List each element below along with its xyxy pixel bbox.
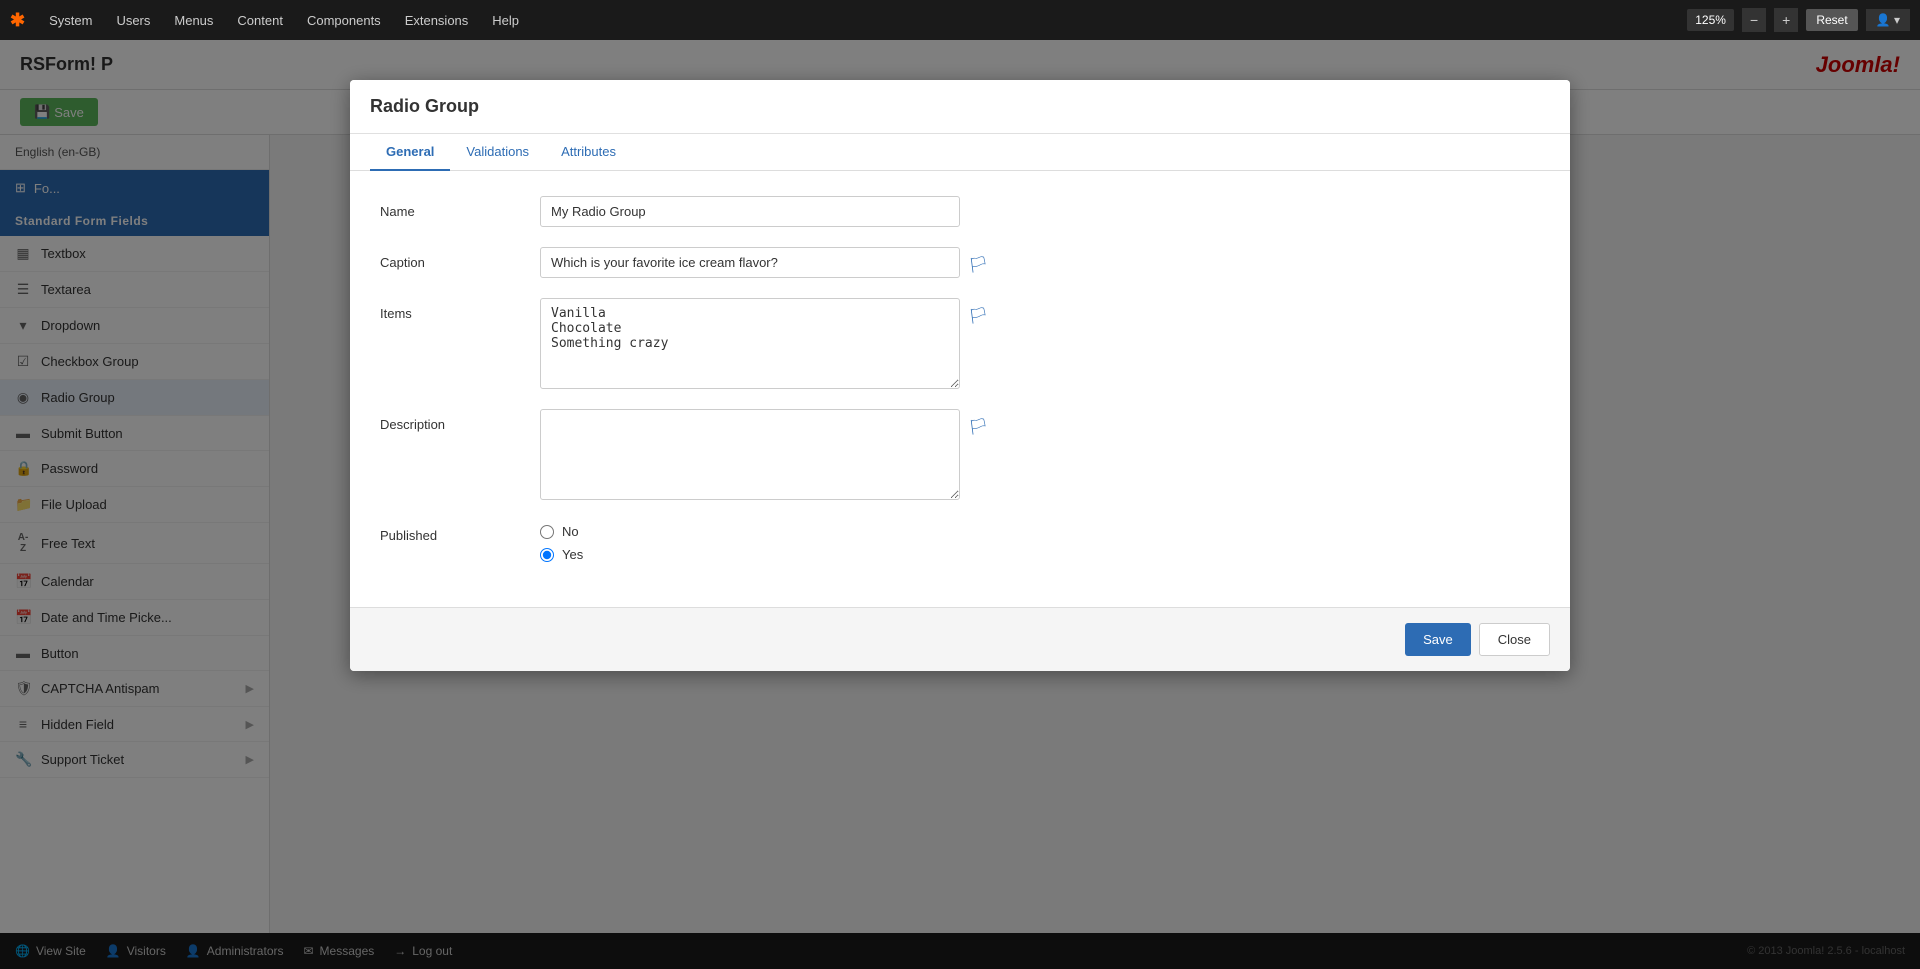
published-field: No Yes <box>540 520 1540 562</box>
tab-general[interactable]: General <box>370 134 450 171</box>
description-flag-icon[interactable]: 🏳 <box>968 409 988 437</box>
published-no-option[interactable]: No <box>540 524 583 539</box>
modal-dialog: Radio Group General Validations Attribut… <box>350 80 1570 671</box>
caption-field: 🏳 <box>540 247 1540 278</box>
reset-button[interactable]: Reset <box>1806 9 1857 31</box>
tab-validations[interactable]: Validations <box>450 134 545 171</box>
caption-label: Caption <box>380 247 540 270</box>
name-field <box>540 196 1540 227</box>
modal-tabs: General Validations Attributes <box>350 134 1570 171</box>
zoom-in-button[interactable]: + <box>1774 8 1798 32</box>
nav-users[interactable]: Users <box>106 7 160 34</box>
nav-menus[interactable]: Menus <box>164 7 223 34</box>
modal-header: Radio Group <box>350 80 1570 134</box>
published-row: Published No Yes <box>380 520 1540 562</box>
name-input[interactable] <box>540 196 960 227</box>
nav-right-area: 125% − + Reset 👤 ▾ <box>1687 8 1910 32</box>
items-field: Vanilla Chocolate Something crazy 🏳 <box>540 298 1540 389</box>
modal-title: Radio Group <box>370 96 479 117</box>
modal-save-button[interactable]: Save <box>1405 623 1471 656</box>
published-yes-radio[interactable] <box>540 548 554 562</box>
published-no-radio[interactable] <box>540 525 554 539</box>
published-label: Published <box>380 520 540 543</box>
description-field: 🏳 <box>540 409 1540 500</box>
tab-attributes[interactable]: Attributes <box>545 134 632 171</box>
nav-components[interactable]: Components <box>297 7 391 34</box>
description-textarea[interactable] <box>540 409 960 500</box>
items-textarea[interactable]: Vanilla Chocolate Something crazy <box>540 298 960 389</box>
modal-backdrop: Radio Group General Validations Attribut… <box>0 40 1920 969</box>
items-row: Items Vanilla Chocolate Something crazy … <box>380 298 1540 389</box>
caption-input[interactable] <box>540 247 960 278</box>
joomla-logo-icon: ✱ <box>10 10 25 31</box>
zoom-out-button[interactable]: − <box>1742 8 1766 32</box>
description-row: Description 🏳 <box>380 409 1540 500</box>
zoom-level: 125% <box>1687 9 1734 31</box>
nav-system[interactable]: System <box>39 7 102 34</box>
nav-help[interactable]: Help <box>482 7 529 34</box>
nav-extensions[interactable]: Extensions <box>395 7 479 34</box>
description-label: Description <box>380 409 540 432</box>
caption-row: Caption 🏳 <box>380 247 1540 278</box>
items-flag-icon[interactable]: 🏳 <box>968 298 988 326</box>
modal-close-button[interactable]: Close <box>1479 623 1550 656</box>
caption-flag-icon[interactable]: 🏳 <box>968 247 988 275</box>
published-no-label: No <box>562 524 579 539</box>
items-label: Items <box>380 298 540 321</box>
modal-body: Name Caption 🏳 Items Vanilla Chocolate S… <box>350 171 1570 607</box>
modal-footer: Save Close <box>350 607 1570 671</box>
top-navigation: ✱ System Users Menus Content Components … <box>0 0 1920 40</box>
name-label: Name <box>380 196 540 219</box>
published-yes-label: Yes <box>562 547 583 562</box>
name-row: Name <box>380 196 1540 227</box>
published-yes-option[interactable]: Yes <box>540 547 583 562</box>
published-radio-group: No Yes <box>540 520 583 562</box>
user-menu-button[interactable]: 👤 ▾ <box>1866 9 1910 31</box>
nav-content[interactable]: Content <box>227 7 293 34</box>
